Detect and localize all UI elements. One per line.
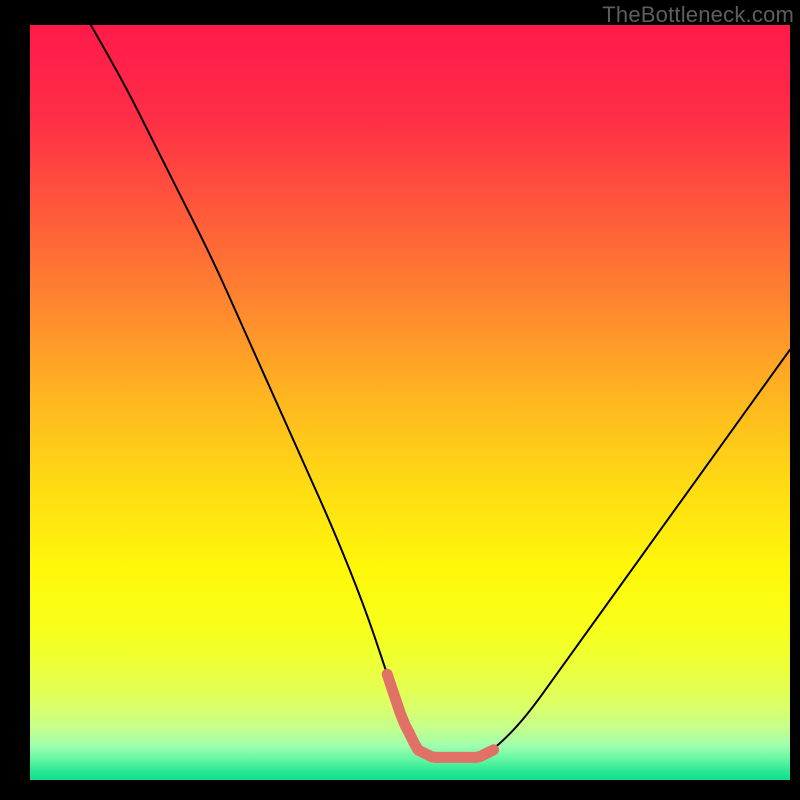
bottleneck-chart — [30, 25, 790, 780]
gradient-background — [30, 25, 790, 780]
plot-area — [30, 25, 790, 780]
chart-frame: TheBottleneck.com — [0, 0, 800, 800]
watermark-text: TheBottleneck.com — [602, 2, 794, 28]
